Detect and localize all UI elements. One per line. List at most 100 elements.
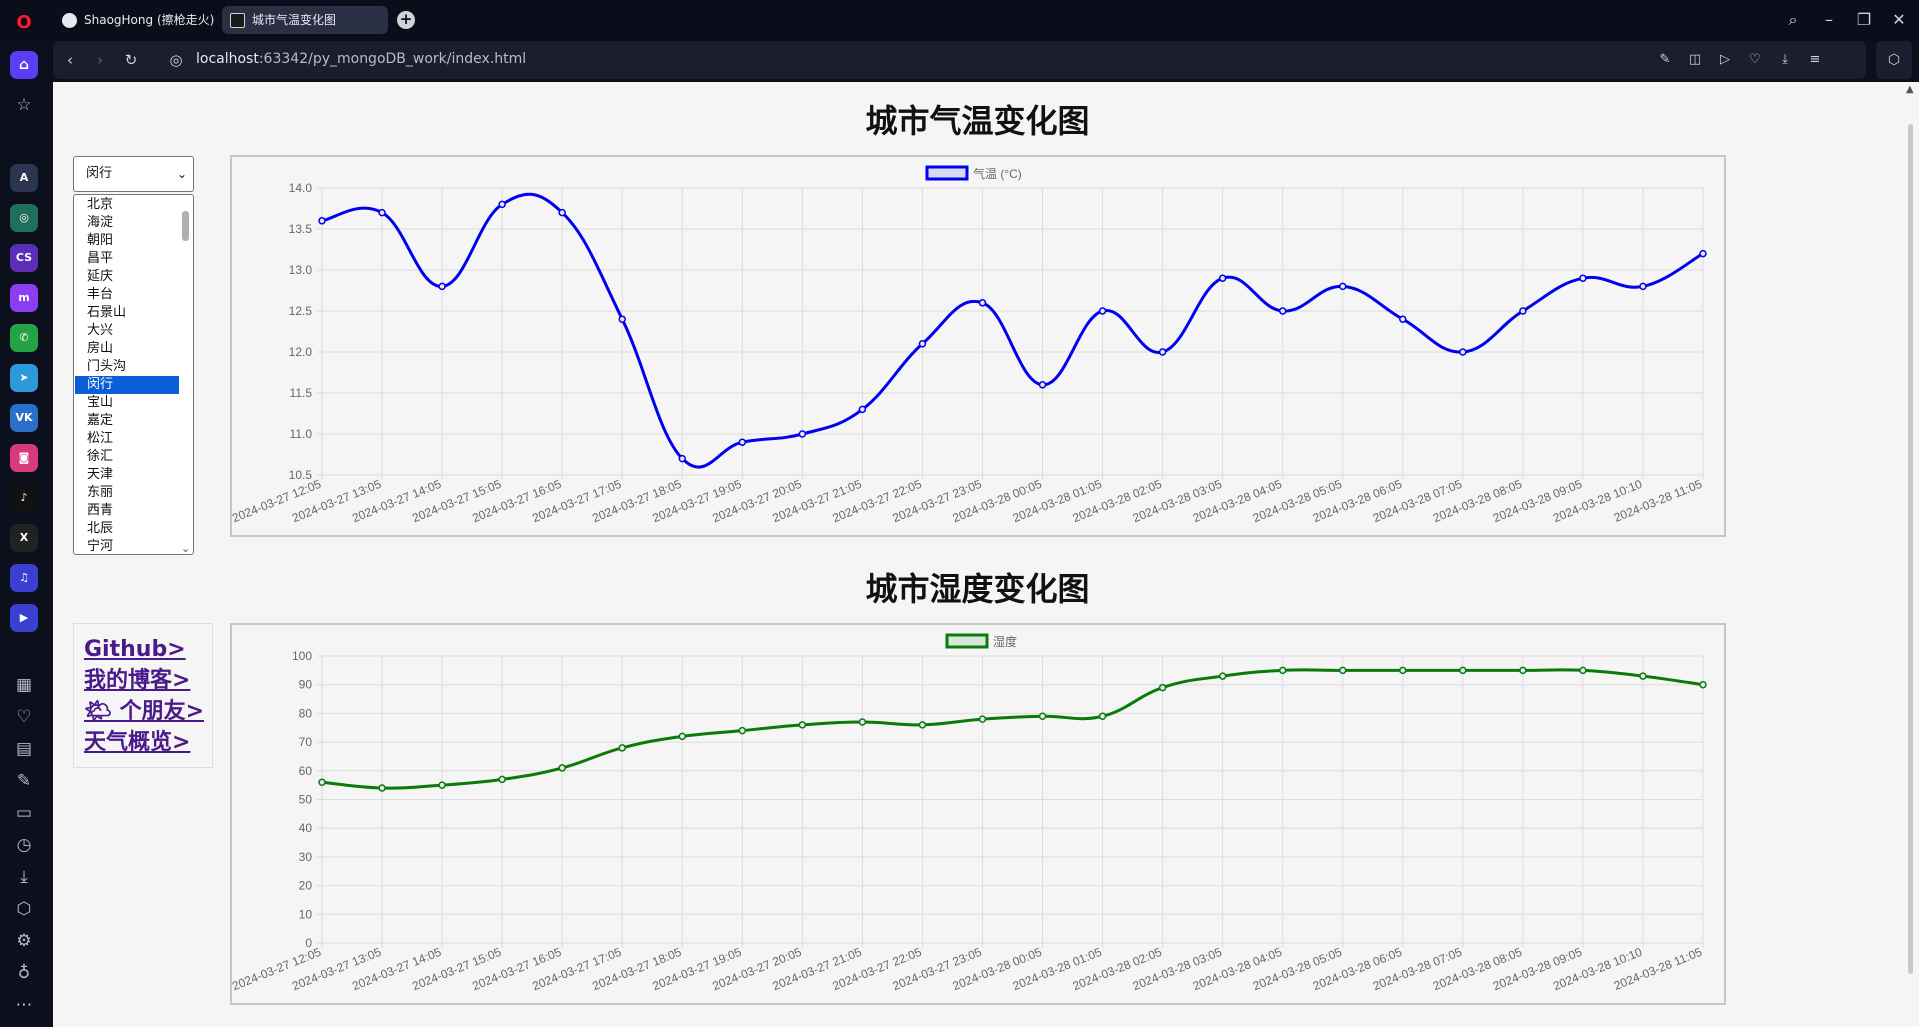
back-button[interactable]: ‹ bbox=[60, 50, 80, 70]
more-icon[interactable]: ⋯ bbox=[10, 991, 38, 1019]
player-icon[interactable]: ▶ bbox=[10, 604, 38, 632]
city-option[interactable]: 丰台 bbox=[75, 286, 179, 304]
city-option[interactable]: 北辰 bbox=[75, 520, 179, 538]
data-point bbox=[798, 430, 807, 438]
city-listbox[interactable]: 北京 海淀 朝阳 昌平 延庆 丰台 石景山 大兴 房山 门头沟 闵行 宝山 嘉定 松江 徐汇 天津 东丽 西青 北辰… bbox=[73, 194, 194, 555]
cs-icon[interactable]: CS bbox=[10, 244, 38, 272]
menu-icon[interactable]: ≡ bbox=[1806, 51, 1824, 69]
vk-icon[interactable]: VK bbox=[10, 404, 38, 432]
search-tabs-icon[interactable]: ⌕ bbox=[1782, 9, 1804, 31]
edit-icon[interactable]: ✎ bbox=[1656, 51, 1674, 69]
heart-icon[interactable]: ♡ bbox=[10, 703, 38, 731]
forward-button[interactable]: › bbox=[90, 50, 110, 70]
city-option[interactable]: 西青 bbox=[75, 502, 179, 520]
city-dropdown[interactable]: 闵行 ⌄ bbox=[73, 156, 194, 192]
reload-button[interactable]: ↻ bbox=[121, 50, 141, 70]
city-option[interactable]: 昌平 bbox=[75, 250, 179, 268]
home-icon[interactable]: ⌂ bbox=[10, 51, 38, 79]
tab-github[interactable]: ShaogHong (擦枪走火) bbox=[54, 6, 214, 34]
data-point bbox=[618, 744, 626, 752]
friends-link[interactable]: 🌤 个朋友> bbox=[84, 696, 212, 727]
data-point bbox=[1158, 348, 1167, 356]
city-option[interactable]: 北京 bbox=[75, 196, 179, 214]
y-tick-label: 14.0 bbox=[289, 181, 313, 195]
city-option[interactable]: 东丽 bbox=[75, 484, 179, 502]
tab-label: ShaogHong (擦枪走火) bbox=[84, 13, 215, 27]
city-option[interactable]: 房山 bbox=[75, 340, 179, 358]
city-option[interactable]: 宁河 bbox=[75, 538, 179, 554]
tab-label: 城市气温变化图 bbox=[252, 13, 337, 27]
send-icon[interactable]: ▷ bbox=[1716, 51, 1734, 69]
cube-icon[interactable]: ⬡ bbox=[10, 895, 38, 923]
messenger-icon[interactable]: m bbox=[10, 284, 38, 312]
city-option[interactable]: 徐汇 bbox=[75, 448, 179, 466]
city-option[interactable]: 闵行 bbox=[75, 376, 179, 394]
city-list-scrollbar[interactable]: ˄ ⌄ bbox=[179, 195, 192, 554]
close-window-button[interactable]: ✕ bbox=[1888, 9, 1910, 31]
star-icon[interactable]: ☆ bbox=[10, 91, 38, 119]
telegram-icon[interactable]: ➤ bbox=[10, 364, 38, 392]
city-list-scroll-thumb[interactable] bbox=[182, 211, 189, 241]
data-point bbox=[1399, 666, 1407, 675]
data-point bbox=[738, 726, 747, 735]
city-option[interactable]: 门头沟 bbox=[75, 358, 179, 376]
data-point bbox=[1639, 672, 1647, 680]
new-tab-button[interactable]: + bbox=[397, 11, 415, 29]
data-point bbox=[1459, 348, 1467, 356]
news-icon[interactable]: ▤ bbox=[10, 735, 38, 763]
data-point bbox=[378, 208, 386, 217]
data-point bbox=[558, 764, 566, 772]
history-icon[interactable]: ◷ bbox=[10, 831, 38, 859]
heart-icon[interactable]: ♡ bbox=[1746, 51, 1764, 69]
city-option[interactable]: 海淀 bbox=[75, 214, 179, 232]
data-point bbox=[1158, 683, 1167, 692]
humidity-title: 城市湿度变化图 bbox=[865, 570, 1090, 608]
city-option[interactable]: 天津 bbox=[75, 466, 179, 484]
city-option[interactable]: 嘉定 bbox=[75, 412, 179, 430]
browser-sidebar: ⌂ ☆ A ◎ CS m ✆ ➤ VK ◙ ♪ X ♫ ▶ ▦ ♡ ▤ ✎ ▭ … bbox=[0, 41, 49, 1027]
data-point bbox=[618, 315, 626, 323]
aria-icon[interactable]: A bbox=[10, 164, 38, 192]
grid-icon[interactable]: ▦ bbox=[10, 671, 38, 699]
whatsapp-icon[interactable]: ✆ bbox=[10, 324, 38, 352]
music-icon[interactable]: ♫ bbox=[10, 564, 38, 592]
data-point bbox=[978, 715, 987, 723]
restore-button[interactable]: ❐ bbox=[1853, 9, 1875, 31]
site-info-icon[interactable]: ◎ bbox=[166, 50, 186, 70]
city-option[interactable]: 大兴 bbox=[75, 322, 179, 340]
x-icon[interactable]: X bbox=[10, 524, 38, 552]
weather-overview-link[interactable]: 天气概览> bbox=[84, 727, 212, 758]
city-option[interactable]: 延庆 bbox=[75, 268, 179, 286]
camera-icon[interactable]: ◫ bbox=[1686, 51, 1704, 69]
settings-icon[interactable]: ⚙ bbox=[10, 927, 38, 955]
y-tick-label: 60 bbox=[299, 764, 313, 778]
city-option[interactable]: 朝阳 bbox=[75, 232, 179, 250]
minimize-button[interactable]: – bbox=[1818, 9, 1840, 31]
scroll-up-icon[interactable]: ▲ bbox=[1906, 84, 1914, 95]
city-option[interactable]: 松江 bbox=[75, 430, 179, 448]
tips-icon[interactable]: ♁ bbox=[10, 959, 38, 987]
chatgpt-icon[interactable]: ◎ bbox=[10, 204, 38, 232]
download-icon[interactable]: ⤓ bbox=[1776, 51, 1794, 69]
instagram-icon[interactable]: ◙ bbox=[10, 444, 38, 472]
edit-icon[interactable]: ✎ bbox=[10, 767, 38, 795]
extensions-icon[interactable]: ⬡ bbox=[1876, 41, 1912, 79]
temperature-chart: 气温 (°C) 14.0 13.5 13.0 12.5 12.0 11.5 11.0 10.5 2… bbox=[230, 155, 1726, 537]
city-option[interactable]: 石景山 bbox=[75, 304, 179, 322]
page-scrollbar[interactable]: ▲ bbox=[1902, 82, 1919, 1027]
data-point bbox=[1579, 666, 1587, 675]
downloads-icon[interactable]: ⤓ bbox=[10, 863, 38, 891]
scroll-down-icon[interactable]: ⌄ bbox=[181, 542, 190, 554]
tabs-icon[interactable]: ▭ bbox=[10, 799, 38, 827]
url-field[interactable]: localhost:63342/py_mongoDB_work/index.ht… bbox=[196, 51, 526, 67]
page-scroll-thumb[interactable] bbox=[1908, 124, 1913, 974]
city-option[interactable]: 宝山 bbox=[75, 394, 179, 412]
tab-temperature-page[interactable]: 城市气温变化图 bbox=[222, 6, 388, 34]
data-point bbox=[1519, 307, 1527, 315]
scroll-up-icon[interactable]: ˄ bbox=[181, 195, 186, 203]
opera-logo-icon[interactable]: O bbox=[14, 12, 34, 34]
blog-link[interactable]: 我的博客> bbox=[84, 665, 212, 696]
temperature-title: 城市气温变化图 bbox=[865, 102, 1090, 140]
github-link[interactable]: Github> bbox=[84, 634, 212, 665]
tiktok-icon[interactable]: ♪ bbox=[10, 484, 38, 512]
